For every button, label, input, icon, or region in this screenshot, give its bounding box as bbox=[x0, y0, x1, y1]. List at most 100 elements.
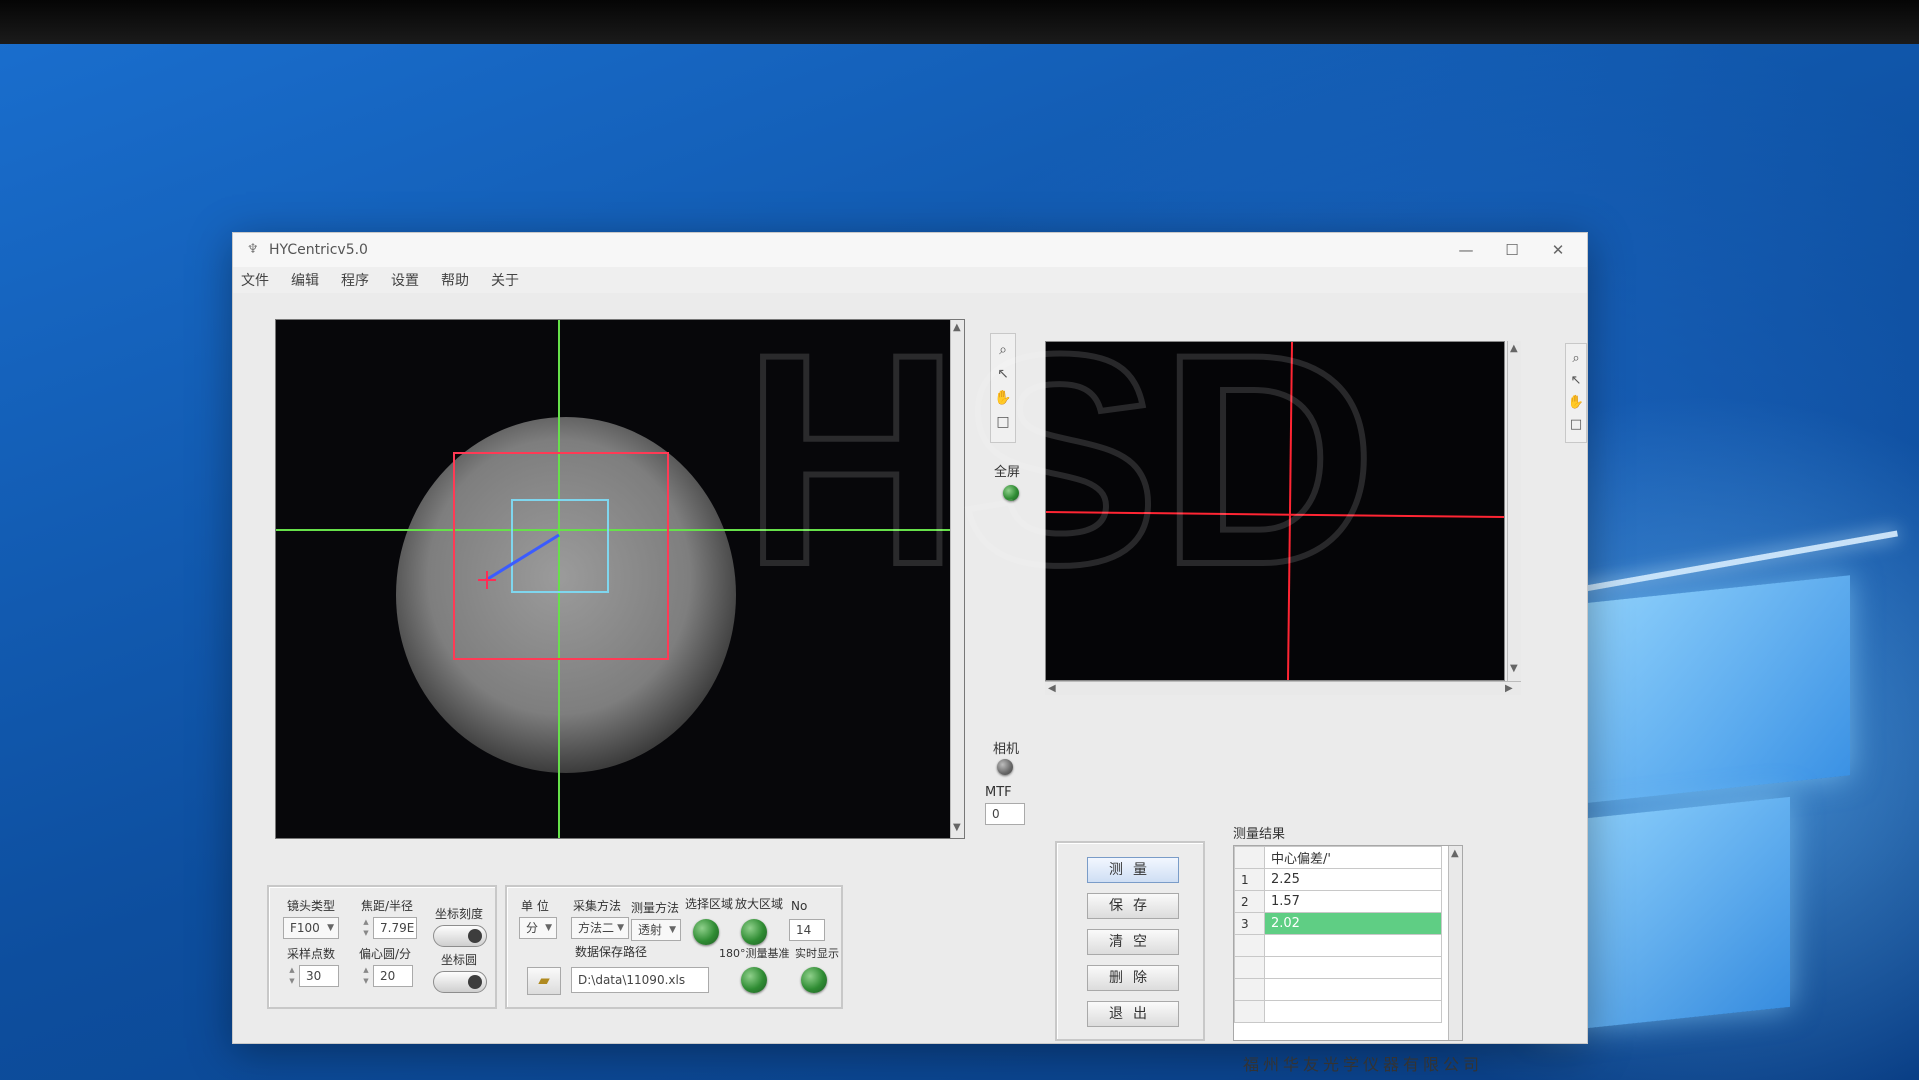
scale-label: 坐标刻度 bbox=[435, 907, 484, 921]
lens-settings-panel: 镜头类型 F100 ▼ 焦距/半径 ▲ ▼ 7.79E 坐标刻度 采样点数 ▲ ▼ … bbox=[267, 885, 497, 1009]
results-scroll-up-icon[interactable]: ▲ bbox=[1451, 848, 1459, 859]
zoom-scroll-down-icon[interactable]: ▼ bbox=[1510, 663, 1518, 674]
zoom-vertical-scrollbar[interactable]: ▲ ▼ bbox=[1507, 341, 1521, 681]
menu-help[interactable]: 帮助 bbox=[441, 270, 469, 290]
chevron-down-icon: ▼ bbox=[327, 923, 334, 933]
fullscreen-label: 全屏 bbox=[994, 465, 1021, 480]
table-row-empty[interactable] bbox=[1234, 956, 1442, 979]
ecc-field[interactable]: 20 bbox=[373, 965, 413, 987]
app-icon: ♆ bbox=[247, 242, 259, 257]
camera-vertical-scrollbar[interactable]: ▲ ▼ bbox=[950, 320, 964, 838]
ecc-spinner-icon[interactable]: ▲ ▼ bbox=[361, 965, 371, 987]
clear-button[interactable]: 清空 bbox=[1087, 929, 1179, 955]
results-value-header: 中心偏差/' bbox=[1264, 846, 1442, 869]
coord-circle-toggle[interactable] bbox=[433, 971, 487, 993]
focal-label: 焦距/半径 bbox=[361, 899, 414, 913]
scroll-up-icon[interactable]: ▲ bbox=[953, 322, 961, 333]
ecc-label: 偏心圆/分 bbox=[359, 947, 412, 961]
sample-field[interactable]: 30 bbox=[299, 965, 339, 987]
measure-method-select[interactable]: 透射 ▼ bbox=[631, 919, 681, 941]
zoom-view[interactable] bbox=[1045, 341, 1505, 681]
row-value[interactable]: 1.57 bbox=[1264, 890, 1442, 913]
zoom-scroll-right-icon[interactable]: ▶ bbox=[1505, 683, 1513, 694]
menu-program[interactable]: 程序 bbox=[341, 270, 369, 290]
baseline-label: 180°测量基准 bbox=[719, 947, 790, 960]
camera-image bbox=[276, 320, 964, 838]
focal-spinner-icon[interactable]: ▲ ▼ bbox=[361, 917, 371, 939]
table-row-empty[interactable] bbox=[1234, 978, 1442, 1001]
path-label: 数据保存路径 bbox=[575, 945, 648, 959]
select-area-label: 选择区域 bbox=[685, 897, 734, 911]
pointer-icon[interactable]: ↖ bbox=[997, 362, 1009, 386]
zoom-view-hand-icon[interactable]: ✋ bbox=[1568, 392, 1584, 414]
maximize-button[interactable]: ☐ bbox=[1489, 233, 1535, 267]
chevron-down-icon: ▼ bbox=[545, 923, 552, 933]
zoom-icon[interactable]: ⌕ bbox=[999, 338, 1007, 362]
zoom-area-led[interactable] bbox=[741, 919, 767, 945]
scroll-down-icon[interactable]: ▼ bbox=[953, 822, 961, 833]
zoom-tool-strip: ⌕ ↖ ✋ □ bbox=[1565, 343, 1587, 443]
measure-method-label: 测量方法 bbox=[631, 901, 680, 915]
measure-button[interactable]: 测量 bbox=[1087, 857, 1179, 883]
results-table[interactable]: 中心偏差/' 1 2.25 2 1.57 3 2.02 ▲ bbox=[1233, 845, 1463, 1041]
row-value[interactable]: 2.02 bbox=[1264, 912, 1442, 935]
camera-status-led[interactable] bbox=[997, 759, 1013, 775]
focal-field[interactable]: 7.79E bbox=[373, 917, 417, 939]
realtime-led[interactable] bbox=[801, 967, 827, 993]
mtf-label: MTF bbox=[985, 785, 1012, 800]
no-field[interactable]: 14 bbox=[789, 919, 825, 941]
delete-button[interactable]: 删除 bbox=[1087, 965, 1179, 991]
mtf-value-field[interactable]: 0 bbox=[985, 803, 1025, 825]
table-row-empty[interactable] bbox=[1234, 1000, 1442, 1023]
row-value[interactable]: 2.25 bbox=[1264, 868, 1442, 891]
path-field[interactable]: D:\data\11090.xls bbox=[571, 967, 709, 993]
zoom-view-rect-icon[interactable]: □ bbox=[1570, 414, 1582, 436]
collect-label: 采集方法 bbox=[573, 899, 622, 913]
fullscreen-toggle-led[interactable] bbox=[1003, 485, 1019, 501]
table-row[interactable]: 1 2.25 bbox=[1234, 868, 1442, 891]
realtime-label: 实时显示 bbox=[795, 947, 839, 960]
exit-button[interactable]: 退出 bbox=[1087, 1001, 1179, 1027]
folder-browse-button[interactable]: ▰ bbox=[527, 967, 561, 995]
lens-type-select[interactable]: F100 ▼ bbox=[283, 917, 339, 939]
results-vertical-scrollbar[interactable]: ▲ bbox=[1448, 846, 1462, 1040]
sample-label: 采样点数 bbox=[287, 947, 336, 961]
menu-file[interactable]: 文件 bbox=[241, 270, 269, 290]
scale-toggle[interactable] bbox=[433, 925, 487, 947]
window-title: HYCentricv5.0 bbox=[269, 242, 368, 258]
table-row-selected[interactable]: 3 2.02 bbox=[1234, 912, 1442, 935]
zoom-scroll-left-icon[interactable]: ◀ bbox=[1048, 683, 1056, 694]
minimize-button[interactable]: — bbox=[1443, 233, 1489, 267]
unit-value: 分 bbox=[526, 921, 539, 935]
zoom-view-zoom-icon[interactable]: ⌕ bbox=[1572, 348, 1579, 370]
unit-select[interactable]: 分 ▼ bbox=[519, 917, 557, 939]
results-index-header bbox=[1234, 846, 1265, 869]
zoom-image bbox=[1045, 341, 1505, 681]
menu-edit[interactable]: 编辑 bbox=[291, 270, 319, 290]
menu-about[interactable]: 关于 bbox=[491, 270, 519, 290]
action-button-panel: 测量 保存 清空 删除 退出 bbox=[1055, 841, 1205, 1041]
measure-method-value: 透射 bbox=[638, 923, 663, 937]
lens-type-value: F100 bbox=[290, 921, 320, 935]
no-label: No bbox=[791, 899, 808, 913]
sample-spinner-icon[interactable]: ▲ ▼ bbox=[287, 965, 297, 987]
save-button[interactable]: 保存 bbox=[1087, 893, 1179, 919]
select-rect-icon[interactable]: □ bbox=[996, 410, 1009, 434]
chevron-down-icon: ▼ bbox=[617, 923, 624, 933]
baseline-led[interactable] bbox=[741, 967, 767, 993]
zoom-view-pointer-icon[interactable]: ↖ bbox=[1571, 370, 1582, 392]
menu-bar: 文件 编辑 程序 设置 帮助 关于 bbox=[233, 267, 1587, 293]
camera-tool-strip: ⌕ ↖ ✋ □ bbox=[990, 333, 1016, 443]
menu-settings[interactable]: 设置 bbox=[391, 270, 419, 290]
app-window: ♆ HYCentricv5.0 — ☐ ✕ 文件 编辑 程序 设置 帮助 关于 bbox=[232, 232, 1588, 1074]
close-button[interactable]: ✕ bbox=[1535, 233, 1581, 267]
hand-pan-icon[interactable]: ✋ bbox=[994, 386, 1011, 410]
table-row[interactable]: 2 1.57 bbox=[1234, 890, 1442, 913]
acquisition-panel: 单 位 分 ▼ 采集方法 方法二 ▼ 测量方法 透射 ▼ 选择区域 放大区域 N… bbox=[505, 885, 843, 1009]
select-area-led[interactable] bbox=[693, 919, 719, 945]
zoom-horizontal-scrollbar[interactable]: ◀ ▶ bbox=[1045, 681, 1521, 695]
table-row-empty[interactable] bbox=[1234, 934, 1442, 957]
collect-method-select[interactable]: 方法二 ▼ bbox=[571, 917, 629, 939]
zoom-scroll-up-icon[interactable]: ▲ bbox=[1510, 343, 1518, 354]
camera-view[interactable]: ▲ ▼ bbox=[275, 319, 965, 839]
